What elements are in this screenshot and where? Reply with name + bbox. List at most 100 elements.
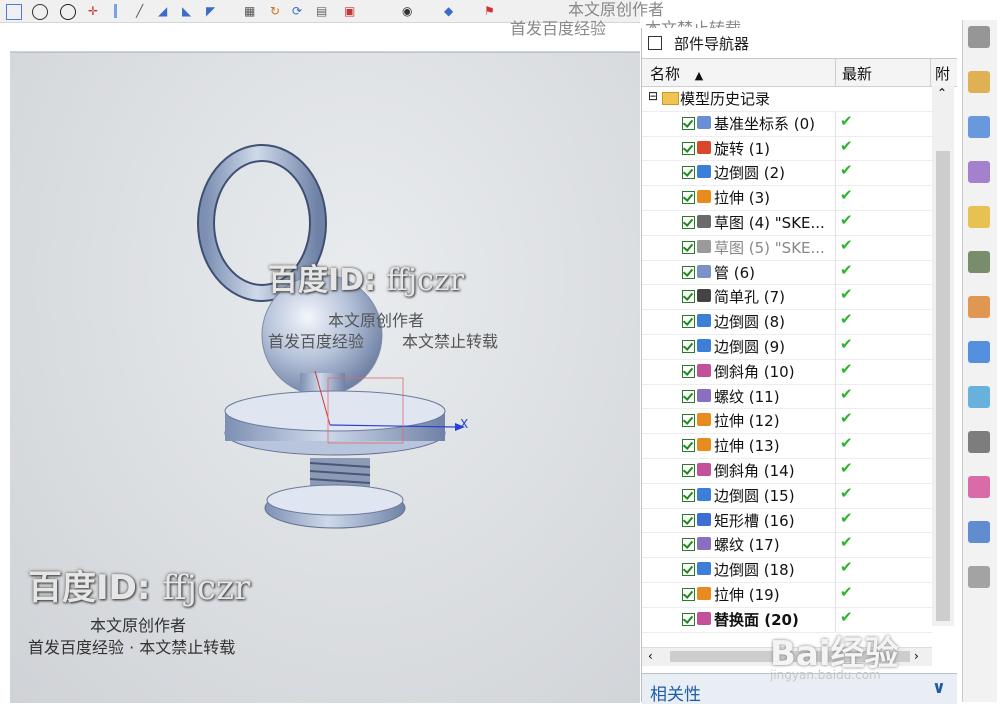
root-history-node[interactable]: ⊟ 模型历史记录 — [642, 86, 932, 112]
table-row[interactable]: 边倒圆 (2) ✔ — [642, 160, 932, 187]
table-row[interactable]: 拉伸 (3) ✔ — [642, 185, 932, 211]
visibility-checkbox[interactable] — [682, 265, 695, 279]
arc-icon[interactable]: ◢ — [158, 4, 172, 18]
table-row[interactable]: 边倒圆 (15) ✔ — [642, 482, 932, 509]
clock-icon[interactable] — [968, 431, 990, 453]
table-row[interactable]: 草图 (5) "SKE... ✔ — [642, 234, 932, 261]
reuse-library-icon[interactable] — [968, 206, 990, 228]
view-eye-icon[interactable]: ◉ — [402, 4, 416, 18]
visibility-checkbox[interactable] — [682, 513, 695, 527]
latest-check-icon: ✔ — [840, 310, 853, 329]
tools-icon[interactable] — [968, 566, 990, 588]
visibility-checkbox[interactable] — [682, 464, 695, 477]
table-row[interactable]: 螺纹 (11) ✔ — [642, 383, 932, 410]
flag-icon[interactable]: ⚑ — [484, 4, 498, 18]
midpoint-icon[interactable] — [114, 4, 117, 18]
blend-icon — [697, 562, 711, 576]
rotate-icon[interactable]: ↻ — [270, 4, 284, 18]
table-row[interactable]: 拉伸 (13) ✔ — [642, 433, 932, 459]
visibility-checkbox[interactable] — [682, 116, 695, 130]
feature-label: 边倒圆 (9) — [714, 338, 786, 356]
visibility-checkbox[interactable] — [682, 290, 695, 304]
feature-label: 倒斜角 (14) — [714, 462, 795, 480]
visibility-checkbox[interactable] — [682, 389, 695, 403]
view-icon[interactable] — [968, 251, 990, 273]
table-row[interactable]: 矩形槽 (16) ✔ — [642, 507, 932, 534]
intersect-icon[interactable]: ◤ — [206, 4, 220, 18]
dependencies-label: 相关性 — [650, 685, 701, 705]
visibility-checkbox[interactable] — [682, 315, 695, 329]
print-icon[interactable]: ▤ — [316, 4, 330, 18]
table-row[interactable]: 倒斜角 (10) ✔ — [642, 358, 932, 385]
table-row[interactable]: 边倒圆 (8) ✔ — [642, 309, 932, 335]
visibility-checkbox[interactable] — [682, 488, 695, 502]
constraint-icon[interactable] — [968, 116, 990, 138]
feature-label: 螺纹 (11) — [714, 387, 780, 406]
navigator-pin-icon[interactable] — [648, 36, 662, 50]
watermark-center-id: 百度ID: ffjczr — [268, 255, 464, 299]
visibility-checkbox[interactable] — [682, 612, 695, 626]
baidu-url-watermark: jingyan.baidu.com — [770, 668, 881, 682]
latest-check-icon: ✔ — [840, 508, 853, 527]
collapse-icon[interactable]: ⊟ — [648, 89, 658, 103]
thread-icon — [697, 388, 711, 402]
point-icon[interactable]: ✛ — [88, 4, 102, 18]
visibility-checkbox[interactable] — [682, 364, 695, 378]
visibility-checkbox[interactable] — [682, 439, 695, 453]
cube-view-icon[interactable]: ◆ — [444, 4, 458, 18]
table-row[interactable]: 边倒圆 (18) ✔ — [642, 557, 932, 583]
sketch-icon — [697, 215, 711, 228]
scroll-up-icon[interactable]: ⌃ — [937, 86, 947, 100]
refresh-icon[interactable]: ⟳ — [292, 4, 306, 18]
snap-icon[interactable] — [32, 4, 48, 20]
history-icon[interactable] — [968, 386, 990, 408]
visibility-checkbox[interactable] — [682, 588, 695, 601]
column-latest-header[interactable]: 最新 — [842, 63, 872, 84]
info-icon[interactable] — [968, 341, 990, 363]
table-row[interactable]: 边倒圆 (9) ✔ — [642, 334, 932, 360]
vertical-scroll-thumb[interactable] — [936, 151, 950, 621]
scroll-left-icon[interactable]: ‹ — [648, 649, 653, 663]
visibility-checkbox[interactable] — [682, 166, 695, 180]
watermark-bottom-line1: 本文原创作者 — [90, 616, 187, 635]
column-name-header[interactable]: 名称 ▲ — [650, 63, 703, 84]
blend-icon — [697, 487, 711, 501]
scroll-right-icon[interactable]: › — [914, 649, 919, 663]
visibility-checkbox[interactable] — [682, 414, 695, 428]
table-row[interactable]: 拉伸 (19) ✔ — [642, 582, 932, 608]
palette-icon[interactable] — [968, 476, 990, 498]
sketch-tool-icon[interactable]: ▦ — [244, 4, 258, 18]
select-icon[interactable] — [6, 4, 22, 20]
curve-icon[interactable]: ◣ — [182, 4, 196, 18]
visibility-checkbox[interactable] — [682, 240, 695, 254]
assembly-icon[interactable] — [968, 71, 990, 93]
latest-check-icon: ✔ — [840, 459, 853, 477]
chevron-down-icon[interactable]: ∨ — [932, 678, 946, 698]
visibility-checkbox[interactable] — [682, 191, 695, 205]
latest-check-icon: ✔ — [840, 533, 853, 552]
watermark-bottom-line2: 首发百度经验 · 本文禁止转载 — [28, 638, 236, 657]
table-row[interactable]: 管 (6) ✔ — [642, 259, 932, 286]
gear-icon[interactable] — [968, 26, 990, 48]
feature-label: 草图 (5) "SKE... — [714, 238, 825, 257]
table-row[interactable]: 旋转 (1) ✔ — [642, 135, 932, 162]
visibility-checkbox[interactable] — [682, 141, 695, 155]
circle-snap-icon[interactable] — [60, 4, 76, 20]
part-navigator-icon[interactable] — [968, 161, 990, 183]
roles-icon[interactable] — [968, 296, 990, 318]
process-icon[interactable] — [968, 521, 990, 543]
table-row[interactable]: 草图 (4) "SKE... ✔ — [642, 210, 932, 236]
table-row[interactable]: 基准坐标系 (0) ✔ — [642, 110, 932, 137]
table-row[interactable]: 拉伸 (12) ✔ — [642, 408, 932, 435]
visibility-checkbox[interactable] — [682, 538, 695, 552]
grid-icon[interactable]: ▣ — [344, 4, 358, 18]
line-icon[interactable]: ╱ — [136, 4, 150, 18]
visibility-checkbox[interactable] — [682, 340, 695, 353]
table-row[interactable]: 简单孔 (7) ✔ — [642, 284, 932, 311]
latest-check-icon: ✔ — [840, 434, 853, 453]
table-row[interactable]: 螺纹 (17) ✔ — [642, 532, 932, 559]
vertical-scrollbar[interactable]: ⌃ — [932, 86, 954, 626]
visibility-checkbox[interactable] — [682, 563, 695, 577]
visibility-checkbox[interactable] — [682, 216, 695, 229]
table-row[interactable]: 倒斜角 (14) ✔ — [642, 458, 932, 484]
